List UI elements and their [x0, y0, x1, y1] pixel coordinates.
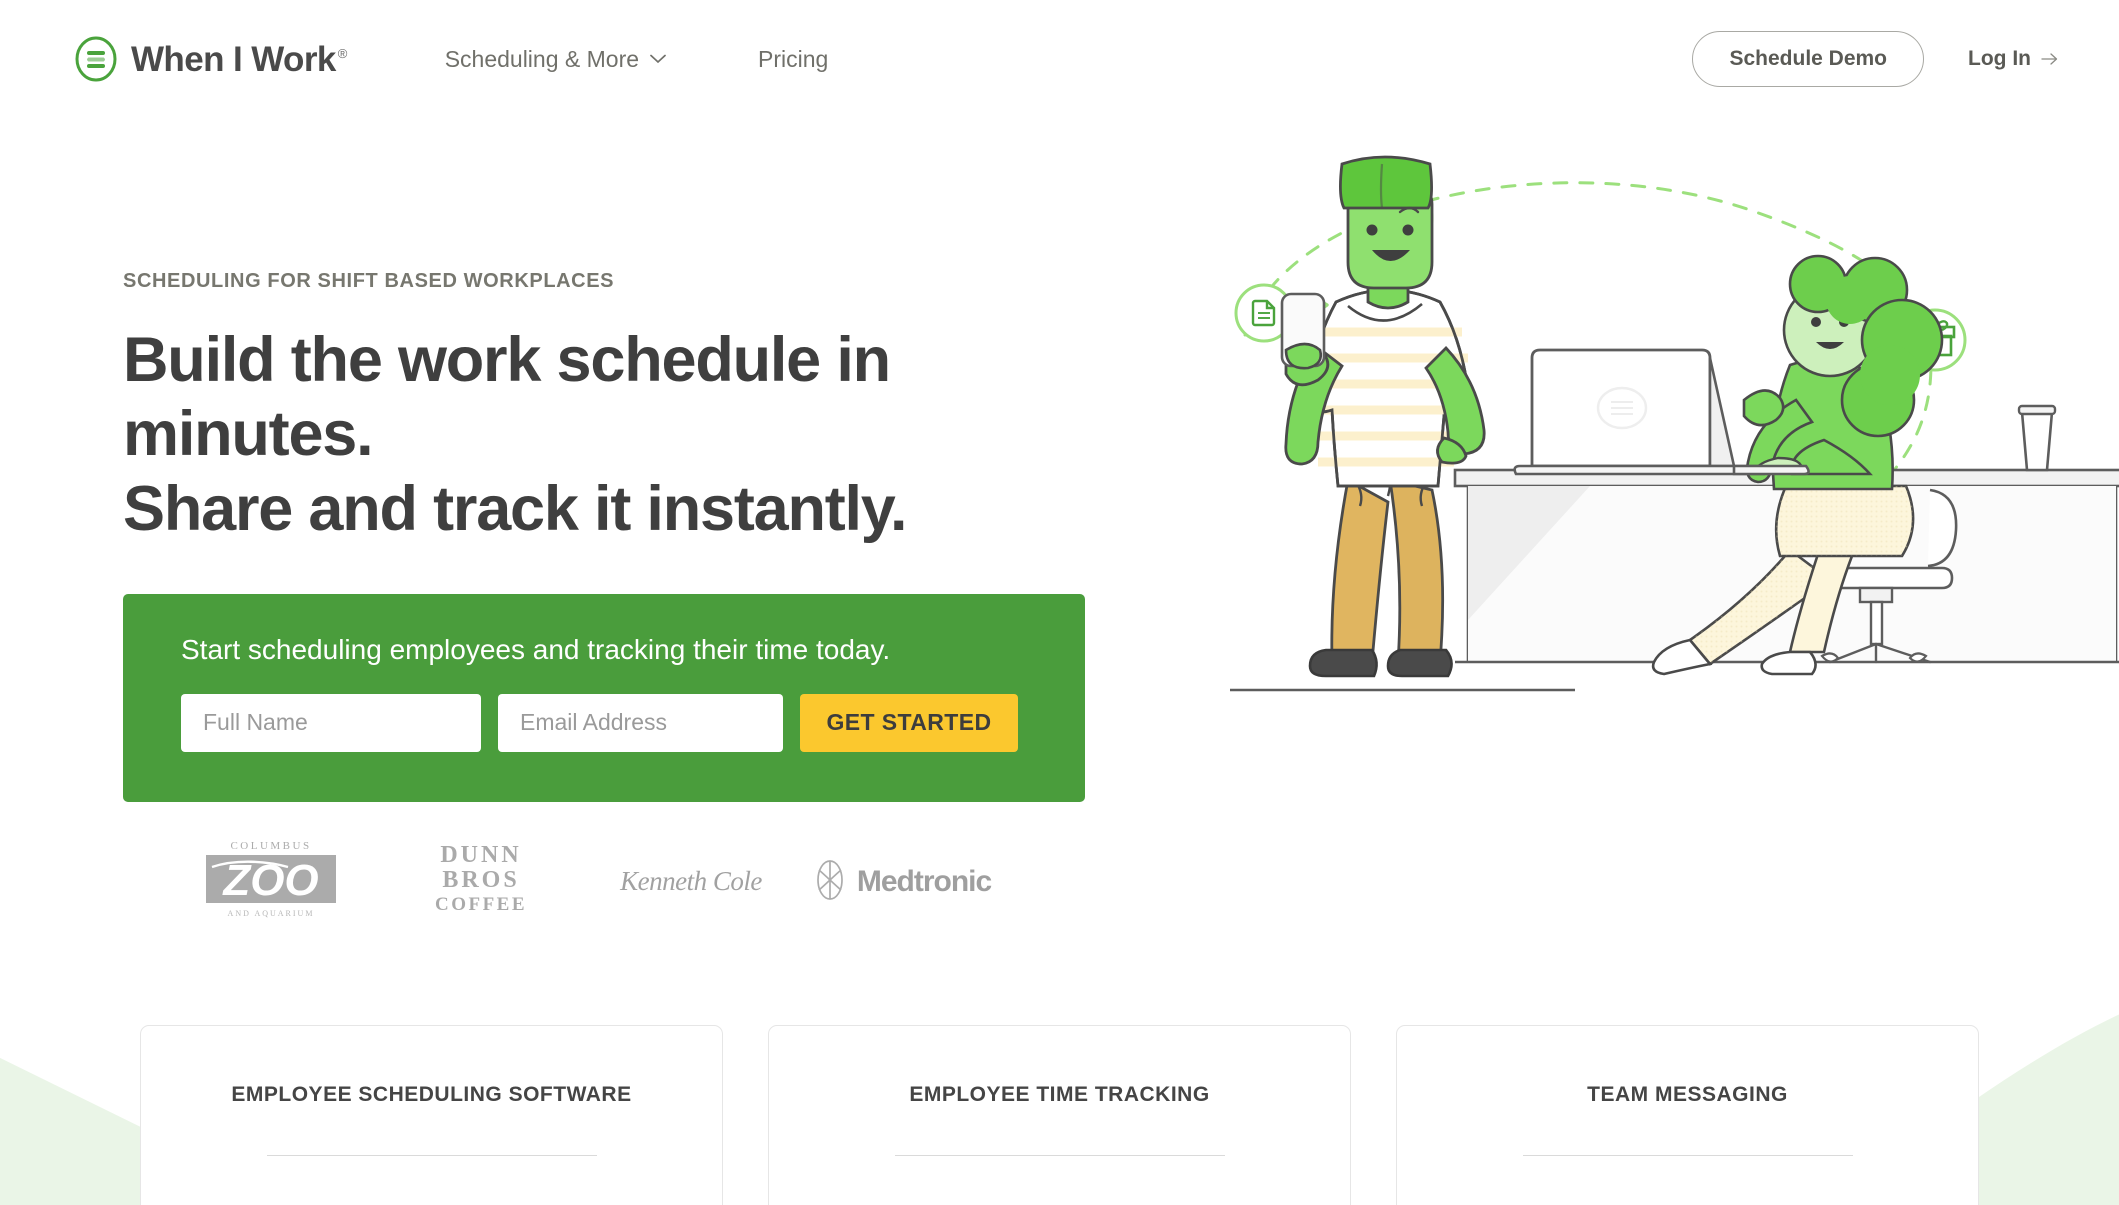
login-link[interactable]: Log In	[1968, 47, 2059, 71]
feature-card-divider	[266, 1155, 597, 1156]
signup-fields-row: GET STARTED	[181, 693, 1027, 752]
email-address-input[interactable]	[498, 693, 783, 752]
feature-card-title: EMPLOYEE TIME TRACKING	[909, 1083, 1210, 1106]
feature-cards: EMPLOYEE SCHEDULING SOFTWARE EMPLOYEE TI…	[0, 1025, 2119, 1205]
team-scheduling-illustration	[1230, 155, 2119, 692]
svg-text:DUNN: DUNN	[440, 842, 521, 868]
svg-text:BROS: BROS	[442, 867, 519, 893]
logo[interactable]: When I Work ®	[73, 36, 347, 82]
nav-item-pricing[interactable]: Pricing	[758, 46, 828, 73]
nav-item-label: Scheduling & More	[444, 45, 640, 72]
kenneth-cole-logo-icon: Kenneth Cole	[619, 866, 763, 896]
svg-text:AND AQUARIUM: AND AQUARIUM	[228, 909, 315, 918]
header-actions: Schedule Demo Log In	[1692, 31, 2059, 87]
login-label: Log In	[1968, 47, 2031, 70]
chevron-down-icon	[650, 54, 666, 64]
registered-mark: ®	[337, 45, 348, 61]
landing-page: When I Work ® Scheduling & More Pricing S…	[0, 0, 2119, 1205]
svg-text:COFFEE: COFFEE	[435, 894, 527, 915]
medtronic-logo-icon: Medtronic	[817, 860, 992, 900]
site-header: When I Work ® Scheduling & More Pricing S…	[0, 0, 2119, 118]
hero-content: SCHEDULING FOR SHIFT BASED WORKPLACES Bu…	[123, 270, 1123, 930]
signup-title: Start scheduling employees and tracking …	[181, 633, 891, 665]
arrow-right-icon	[2041, 53, 2058, 65]
feature-card-title: EMPLOYEE SCHEDULING SOFTWARE	[231, 1083, 632, 1106]
feature-card-title: TEAM MESSAGING	[1587, 1083, 1788, 1106]
svg-text:Medtronic: Medtronic	[857, 865, 992, 898]
svg-text:Kenneth Cole: Kenneth Cole	[619, 866, 762, 896]
get-started-button[interactable]: GET STARTED	[800, 693, 1018, 752]
customer-logo-dunn-bros-coffee: DUNN BROS COFFEE	[371, 837, 591, 922]
feature-card-employee-scheduling-software[interactable]: EMPLOYEE SCHEDULING SOFTWARE	[140, 1025, 723, 1205]
schedule-demo-button[interactable]: Schedule Demo	[1692, 31, 1925, 87]
feature-card-team-messaging[interactable]: TEAM MESSAGING	[1396, 1025, 1979, 1205]
full-name-input[interactable]	[181, 693, 481, 752]
hero-headline: Build the work schedule in minutes. Shar…	[123, 325, 907, 544]
customer-logo-columbus-zoo: COLUMBUS ZOO AND AQUARIUM	[171, 837, 371, 922]
dunn-bros-coffee-logo-icon: DUNN BROS COFFEE	[435, 842, 527, 915]
when-i-work-logo-icon	[75, 36, 117, 82]
coffee-cup	[2017, 404, 2057, 472]
feature-card-employee-time-tracking[interactable]: EMPLOYEE TIME TRACKING	[768, 1025, 1351, 1205]
customer-logo-kenneth-cole: Kenneth Cole	[591, 850, 791, 910]
columbus-zoo-logo-icon: COLUMBUS ZOO AND AQUARIUM	[206, 840, 336, 918]
customer-logos: COLUMBUS ZOO AND AQUARIUM DUNN BROS COFF…	[123, 830, 1123, 930]
feature-card-divider	[1522, 1155, 1853, 1156]
customer-logo-medtronic: Medtronic	[791, 850, 1011, 910]
feature-card-divider	[894, 1155, 1225, 1156]
hero-eyebrow: SCHEDULING FOR SHIFT BASED WORKPLACES	[123, 270, 615, 292]
nav-item-label: Pricing	[758, 45, 829, 72]
signup-form: Start scheduling employees and tracking …	[123, 593, 1085, 802]
nav-item-scheduling-and-more[interactable]: Scheduling & More	[445, 46, 666, 73]
primary-nav: Scheduling & More Pricing	[445, 46, 829, 73]
logo-brand-name: When I Work	[131, 39, 336, 79]
logo-wordmark: When I Work ®	[131, 42, 347, 77]
svg-text:COLUMBUS: COLUMBUS	[230, 840, 311, 852]
